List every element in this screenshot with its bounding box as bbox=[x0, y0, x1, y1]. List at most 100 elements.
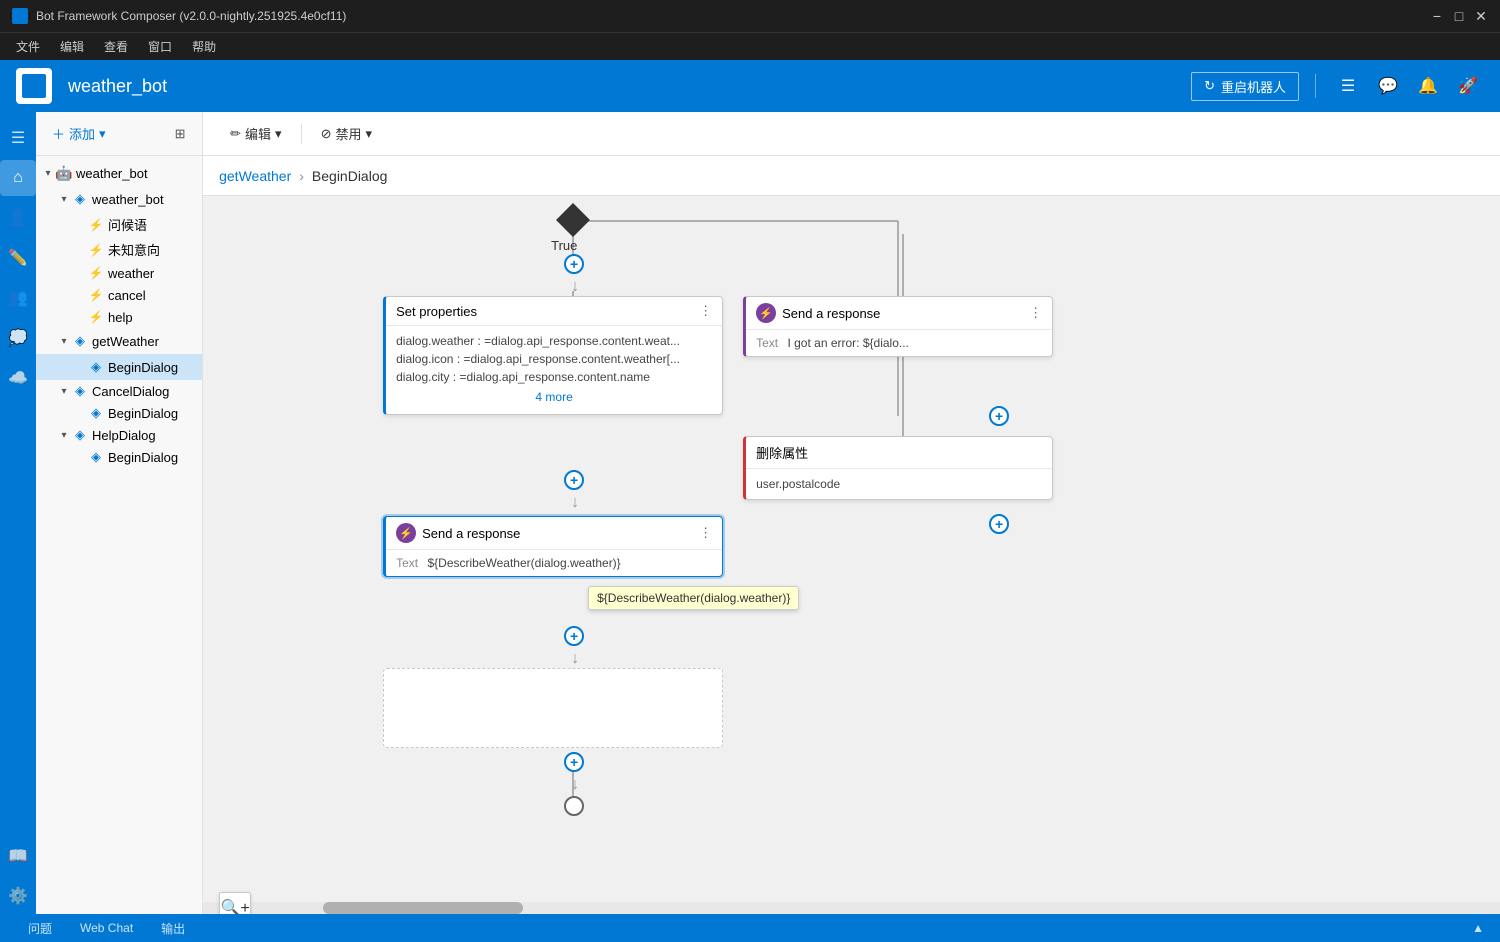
expand-icon-weatherbot[interactable]: ▾ bbox=[56, 191, 72, 207]
user-icon-button[interactable]: 👤 bbox=[0, 200, 36, 236]
tree-node-weatherbot[interactable]: ▾ ◈ weather_bot ··· bbox=[36, 186, 202, 212]
set-properties-node[interactable]: Set properties ⋮ dialog.weather : =dialo… bbox=[383, 296, 723, 415]
restart-icon: ↻ bbox=[1204, 78, 1215, 94]
send-response-bottom-node[interactable]: ⚡ Send a response ⋮ Text ${DescribeWeath… bbox=[383, 516, 723, 577]
send-response-error-node[interactable]: ⚡ Send a response ⋮ Text I got an error:… bbox=[743, 296, 1053, 357]
delete-props-header: 删除属性 bbox=[746, 437, 1052, 469]
set-props-header: Set properties ⋮ bbox=[386, 297, 722, 326]
edit-button[interactable]: ✏ 编辑 ▾ bbox=[219, 119, 292, 148]
delete-props-node[interactable]: 删除属性 user.postalcode bbox=[743, 436, 1053, 500]
maximize-button[interactable]: □ bbox=[1452, 9, 1466, 23]
tab-problems[interactable]: 问题 bbox=[16, 918, 64, 939]
filter-button[interactable]: ⊞ bbox=[166, 120, 194, 148]
menu-help[interactable]: 帮助 bbox=[184, 36, 224, 57]
arrow-down-1: ↓ bbox=[571, 278, 579, 296]
close-button[interactable]: ✕ bbox=[1474, 9, 1488, 23]
tree-node-greet[interactable]: ▸ ⚡ 问候语 bbox=[36, 212, 202, 237]
tree-node-begindialog-help[interactable]: ▸ ◈ BeginDialog bbox=[36, 446, 202, 468]
main-layout: ☰ ⌂ 👤 ✏️ 👥 💭 ☁️ 📖 ⚙️ ＋ 添加 ▾ ⊞ ▾ 🤖 weathe… bbox=[0, 112, 1500, 914]
pencil-icon: ✏ bbox=[230, 126, 241, 142]
group-icon-button[interactable]: 👥 bbox=[0, 280, 36, 316]
canvas-area: getWeather › BeginDialog 📄 显示代码 bbox=[203, 156, 1500, 914]
response-text-bottom: ${DescribeWeather(dialog.weather)} bbox=[427, 556, 620, 570]
expand-icon-root[interactable]: ▾ bbox=[40, 165, 56, 181]
tree-node-canceldialog[interactable]: ▾ ◈ CancelDialog bbox=[36, 380, 202, 402]
content-area: ✏ 编辑 ▾ ⊘ 禁用 ▾ ⚠ 2 getWeather › bbox=[203, 112, 1500, 914]
menu-view[interactable]: 查看 bbox=[96, 36, 136, 57]
menu-window[interactable]: 窗口 bbox=[140, 36, 180, 57]
plus-btn-after-setprops[interactable]: + bbox=[564, 470, 584, 490]
menu-file[interactable]: 文件 bbox=[8, 36, 48, 57]
expand-icon-helpdialog[interactable]: ▾ bbox=[56, 427, 72, 443]
home-icon-button[interactable]: ⌂ bbox=[0, 160, 36, 196]
tree-node-cancel[interactable]: ▸ ⚡ cancel bbox=[36, 284, 202, 306]
settings-icon-button[interactable]: ⚙️ bbox=[0, 878, 36, 914]
tree-content: ▾ 🤖 weather_bot ··· ▾ ◈ weather_bot ··· … bbox=[36, 156, 202, 914]
set-props-menu-icon[interactable]: ⋮ bbox=[699, 303, 712, 319]
bell-icon-button[interactable]: 🔔 bbox=[1412, 70, 1444, 102]
set-props-more[interactable]: 4 more bbox=[396, 386, 712, 408]
disable-button[interactable]: ⊘ 禁用 ▾ bbox=[310, 119, 383, 148]
flow-tooltip: ${DescribeWeather(dialog.weather)} bbox=[588, 586, 799, 610]
tab-webchat[interactable]: Web Chat bbox=[68, 919, 145, 937]
expand-icon-getweather[interactable]: ▾ bbox=[56, 333, 72, 349]
error-text: I got an error: ${dialo... bbox=[787, 336, 908, 350]
plus-btn-top[interactable]: + bbox=[564, 254, 584, 274]
plus-btn-right-2[interactable]: + bbox=[989, 514, 1009, 534]
menu-edit[interactable]: 编辑 bbox=[52, 36, 92, 57]
hamburger-icon-button[interactable]: ☰ bbox=[0, 120, 36, 156]
send-response-bottom-menu-icon[interactable]: ⋮ bbox=[699, 525, 712, 541]
expand-icon-canceldialog[interactable]: ▾ bbox=[56, 383, 72, 399]
delete-props-row: user.postalcode bbox=[756, 475, 1042, 493]
canvas-hscrollbar-thumb[interactable] bbox=[323, 902, 523, 914]
chat-icon-button[interactable]: 💬 bbox=[1372, 70, 1404, 102]
tree-node-weather[interactable]: ▸ ⚡ weather bbox=[36, 262, 202, 284]
delete-props-body: user.postalcode bbox=[746, 469, 1052, 499]
plus-btn-right[interactable]: + bbox=[989, 406, 1009, 426]
minimize-button[interactable]: − bbox=[1430, 9, 1444, 23]
sidebar-icons: ☰ ⌂ 👤 ✏️ 👥 💭 ☁️ 📖 ⚙️ bbox=[0, 112, 36, 914]
plus-btn-after-empty1[interactable]: + bbox=[564, 752, 584, 772]
tree-node-getweather[interactable]: ▾ ◈ getWeather ··· bbox=[36, 328, 202, 354]
tree-panel: ＋ 添加 ▾ ⊞ ▾ 🤖 weather_bot ··· ▾ ◈ weather… bbox=[36, 112, 203, 914]
logo-inner bbox=[22, 74, 46, 98]
canvas-hscrollbar[interactable] bbox=[203, 902, 1500, 914]
tree-node-unknown[interactable]: ▸ ⚡ 未知意向 bbox=[36, 237, 202, 262]
tree-node-begindialog-cancel[interactable]: ▸ ◈ BeginDialog bbox=[36, 402, 202, 424]
dialog-icon: ◈ bbox=[72, 191, 88, 207]
edit-icon-button[interactable]: ✏️ bbox=[0, 240, 36, 276]
begindialog-getweather-label: BeginDialog bbox=[108, 360, 178, 375]
editor-toolbar: ✏ 编辑 ▾ ⊘ 禁用 ▾ ⚠ 2 bbox=[203, 112, 1500, 156]
book-icon-button[interactable]: 📖 bbox=[0, 838, 36, 874]
restart-button[interactable]: ↻ 重启机器人 bbox=[1191, 72, 1299, 101]
tree-node-helpdialog[interactable]: ▾ ◈ HelpDialog bbox=[36, 424, 202, 446]
zoom-in-button[interactable]: 🔍+ bbox=[219, 892, 251, 914]
getweather-label: getWeather bbox=[92, 334, 178, 349]
zoom-controls: 🔍+ 🔍- ⊙ bbox=[219, 892, 251, 914]
tree-node-help[interactable]: ▸ ⚡ help bbox=[36, 306, 202, 328]
tree-node-root[interactable]: ▾ 🤖 weather_bot ··· bbox=[36, 160, 202, 186]
send-response-error-menu-icon[interactable]: ⋮ bbox=[1029, 305, 1042, 321]
plus-btn-after-sendresponse[interactable]: + bbox=[564, 626, 584, 646]
tree-node-begindialog-getweather[interactable]: ▸ ◈ BeginDialog ··· bbox=[36, 354, 202, 380]
flow-canvas[interactable]: True + ↓ Set properties ⋮ di bbox=[203, 196, 1500, 914]
tab-output[interactable]: 输出 bbox=[149, 918, 197, 939]
rocket-icon-button[interactable]: 🚀 bbox=[1452, 70, 1484, 102]
disable-chevron-icon: ▾ bbox=[365, 126, 372, 142]
dialog-icon-begin-help: ◈ bbox=[88, 449, 104, 465]
flow-true-label: True bbox=[551, 238, 577, 253]
tree-toolbar: ＋ 添加 ▾ ⊞ bbox=[36, 112, 202, 156]
chat-bubble-icon-button[interactable]: 💭 bbox=[0, 320, 36, 356]
response-icon-bottom: ⚡ bbox=[396, 523, 416, 543]
intent-icon-greet: ⚡ bbox=[88, 217, 104, 233]
intent-icon-help: ⚡ bbox=[88, 309, 104, 325]
send-response-error-header: ⚡ Send a response ⋮ bbox=[746, 297, 1052, 330]
add-button[interactable]: ＋ 添加 ▾ bbox=[44, 120, 114, 147]
list-icon-button[interactable]: ☰ bbox=[1332, 70, 1364, 102]
set-props-row-1: dialog.weather : =dialog.api_response.co… bbox=[396, 332, 712, 350]
breadcrumb-parent[interactable]: getWeather bbox=[219, 168, 291, 184]
bottom-close-icon[interactable]: ▲ bbox=[1472, 921, 1484, 935]
send-response-error-title: Send a response bbox=[782, 306, 880, 321]
cloud-icon-button[interactable]: ☁️ bbox=[0, 360, 36, 396]
delete-props-title: 删除属性 bbox=[756, 443, 808, 462]
